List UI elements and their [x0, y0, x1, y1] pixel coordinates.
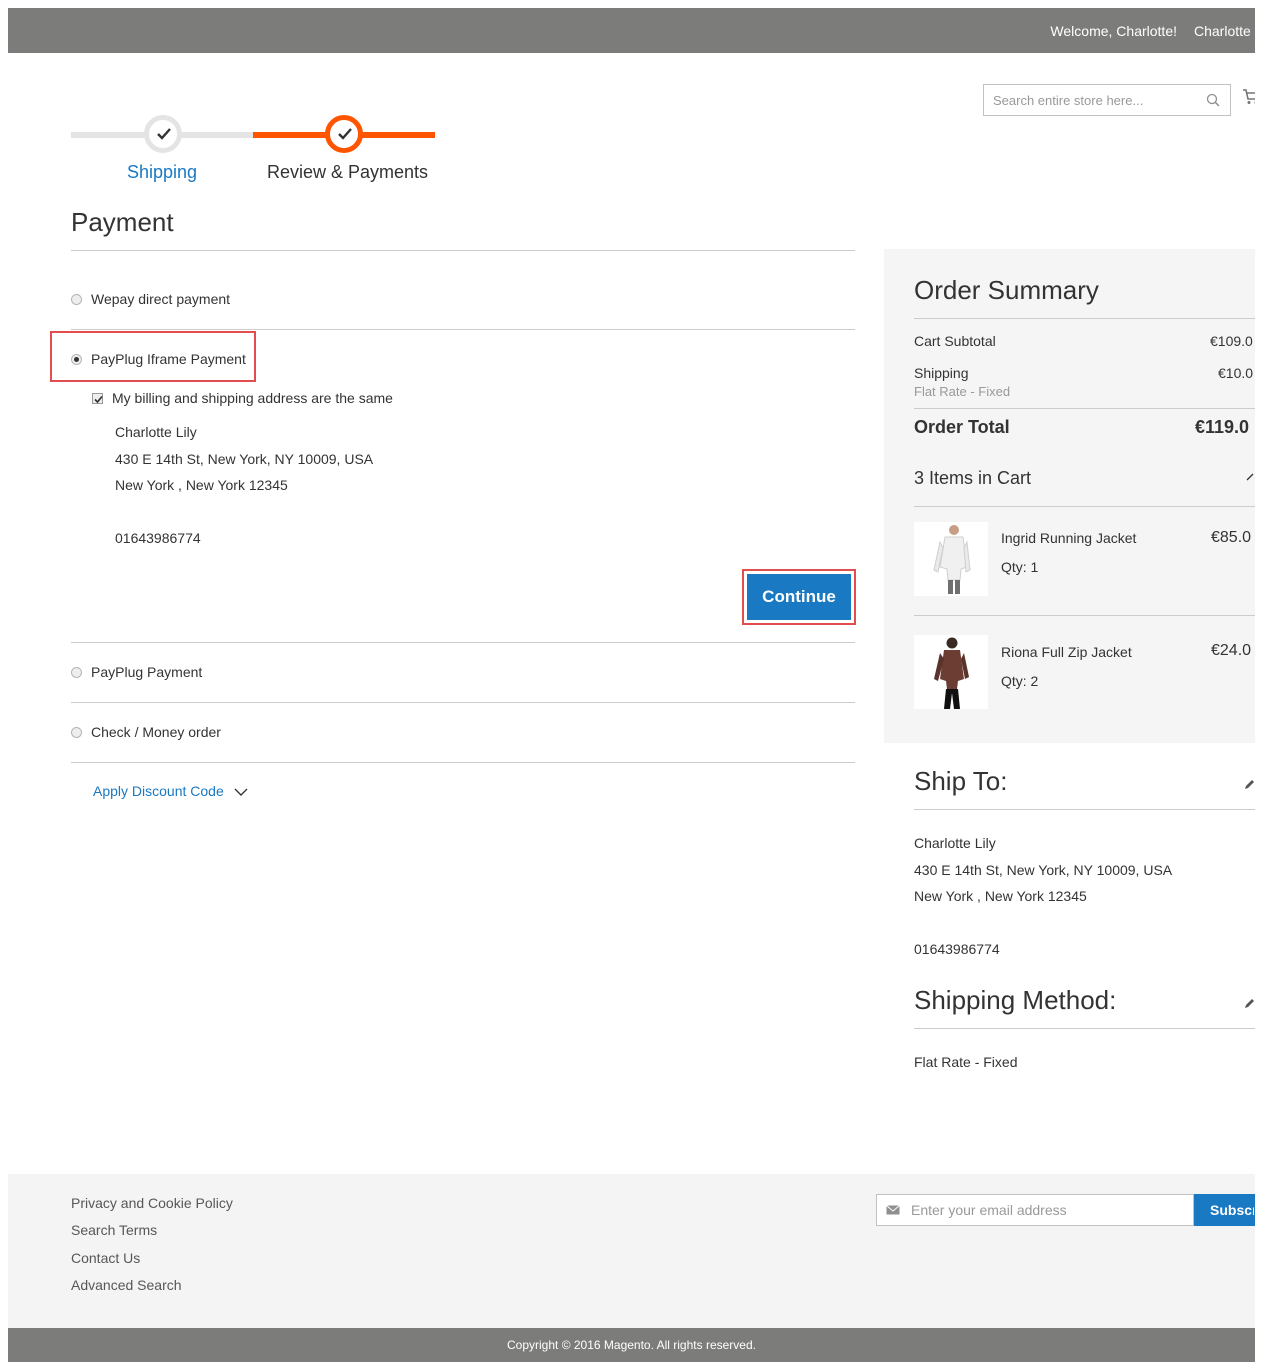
checkbox-label: My billing and shipping address are the … [112, 390, 393, 406]
search-icon[interactable] [1206, 93, 1220, 107]
step-review-marker [325, 115, 363, 153]
radio-button[interactable] [71, 727, 82, 738]
divider [71, 762, 855, 763]
divider [71, 702, 855, 703]
ship-to-city: New York , New York 12345 [914, 888, 1087, 904]
edit-icon[interactable] [1244, 779, 1255, 790]
check-icon [157, 128, 171, 140]
divider [71, 642, 855, 643]
item-name: Riona Full Zip Jacket [1001, 644, 1132, 660]
order-total-value: €119.0 [1195, 417, 1250, 437]
cart-subtotal-value: €109.0 [1210, 333, 1253, 349]
check-icon [338, 128, 352, 140]
billing-name: Charlotte Lily [115, 424, 197, 440]
radio-button[interactable] [71, 667, 82, 678]
newsletter-field [876, 1194, 1194, 1226]
ship-to-street: 430 E 14th St, New York, NY 10009, USA [914, 862, 1173, 878]
chevron-down-icon [234, 788, 248, 797]
product-thumbnail [914, 522, 988, 596]
edit-icon[interactable] [1244, 998, 1255, 1009]
product-thumbnail [914, 635, 988, 709]
payment-method-payplug[interactable]: PayPlug Payment [71, 664, 202, 680]
jacket-image [934, 637, 969, 709]
payment-method-label: PayPlug Iframe Payment [91, 351, 246, 367]
item-price: €85.0 [1211, 529, 1252, 546]
item-price: €24.0 [1211, 642, 1252, 659]
item-qty: Qty: 1 [1001, 559, 1039, 575]
divider [914, 506, 1255, 507]
payment-method-payplug-iframe[interactable]: PayPlug Iframe Payment [71, 351, 246, 367]
envelope-icon [886, 1205, 900, 1215]
footer-link-search-terms[interactable]: Search Terms [71, 1222, 157, 1238]
footer-link-contact[interactable]: Contact Us [71, 1250, 140, 1266]
divider [71, 329, 855, 330]
shipping-value: €10.0 [1218, 365, 1254, 381]
shipping-label: Shipping [914, 365, 969, 381]
footer-link-privacy[interactable]: Privacy and Cookie Policy [71, 1195, 233, 1211]
item-qty: Qty: 2 [1001, 673, 1039, 689]
divider [914, 809, 1255, 810]
divider [914, 1028, 1255, 1029]
newsletter-email-input[interactable] [911, 1195, 1191, 1225]
item-name: Ingrid Running Jacket [1001, 530, 1137, 546]
chevron-up-icon[interactable] [1246, 473, 1255, 481]
shipping-method-note: Flat Rate - Fixed [914, 384, 1011, 399]
divider [914, 408, 1255, 409]
search-input[interactable] [984, 85, 1184, 115]
footer: Privacy and Cookie Policy Search Terms C… [8, 1174, 1255, 1328]
divider [914, 615, 1255, 616]
cart-subtotal-label: Cart Subtotal [914, 333, 996, 349]
shipping-method-value: Flat Rate - Fixed [914, 1054, 1018, 1070]
discount-label: Apply Discount Code [93, 783, 224, 799]
payment-method-label: Check / Money order [91, 724, 221, 740]
checkbox-checked[interactable] [92, 393, 103, 404]
copyright: Copyright © 2016 Magento. All rights res… [8, 1328, 1255, 1362]
welcome-message: Welcome, Charlotte! [1050, 23, 1177, 39]
items-in-cart-toggle[interactable]: 3 Items in Cart [914, 468, 1031, 489]
radio-button[interactable] [71, 294, 82, 305]
continue-button[interactable]: Continue [747, 574, 851, 620]
billing-phone: 01643986774 [115, 530, 201, 546]
payment-method-wepay[interactable]: Wepay direct payment [71, 291, 230, 307]
ship-to-phone: 01643986774 [914, 941, 1000, 957]
billing-street: 430 E 14th St, New York, NY 10009, USA [115, 451, 374, 467]
ship-to-name: Charlotte Lily [914, 835, 996, 851]
step-shipping-link[interactable]: Shipping [127, 162, 197, 183]
jacket-image [933, 525, 971, 594]
order-total-label: Order Total [914, 417, 1010, 437]
search-box [983, 84, 1231, 116]
order-summary: Order Summary Cart Subtotal €109.0 Shipp… [884, 249, 1255, 743]
cart-icon[interactable] [1242, 88, 1255, 106]
footer-link-advanced-search[interactable]: Advanced Search [71, 1277, 182, 1293]
divider [914, 318, 1255, 319]
step-review-label: Review & Payments [267, 162, 429, 182]
highlight-box: Continue [742, 569, 856, 625]
subscribe-button[interactable]: Subscribe [1194, 1194, 1255, 1226]
customer-menu[interactable]: Charlotte [1194, 23, 1251, 39]
radio-button-selected[interactable] [71, 354, 82, 365]
payment-method-check-money-order[interactable]: Check / Money order [71, 724, 221, 740]
apply-discount-toggle[interactable]: Apply Discount Code [93, 783, 248, 799]
page-title: Payment [71, 207, 174, 237]
order-summary-title: Order Summary [914, 275, 1099, 305]
step-shipping-marker [144, 115, 182, 153]
payment-method-label: PayPlug Payment [91, 664, 203, 680]
payment-method-label: Wepay direct payment [91, 291, 231, 307]
divider [71, 250, 855, 251]
billing-city: New York , New York 12345 [115, 477, 288, 493]
billing-same-as-shipping[interactable]: My billing and shipping address are the … [92, 390, 393, 406]
top-bar: Welcome, Charlotte! Charlotte [8, 8, 1255, 53]
shipping-method-title: Shipping Method: [914, 985, 1117, 1015]
ship-to-title: Ship To: [914, 766, 1008, 796]
checkout-page: Welcome, Charlotte! Charlotte Shipping R… [8, 8, 1255, 1362]
